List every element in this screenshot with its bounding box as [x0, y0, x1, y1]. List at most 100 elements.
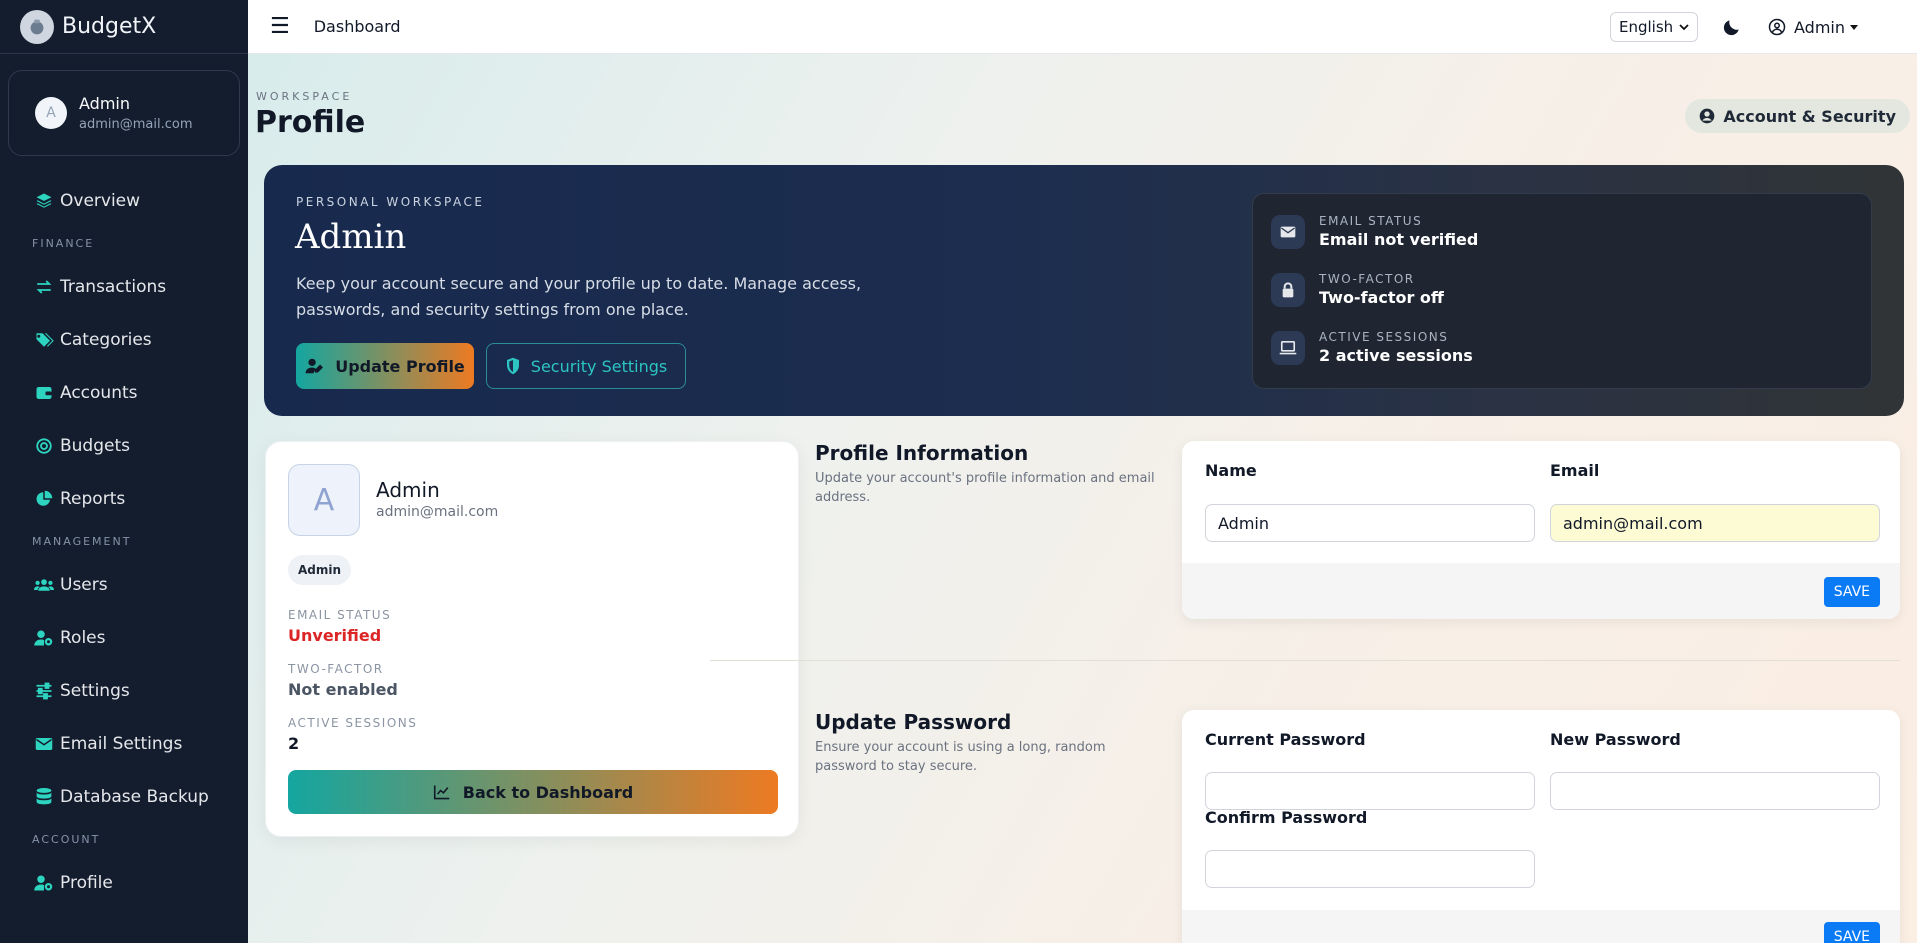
shield-icon	[506, 357, 519, 375]
nav-section-finance: FINANCE	[32, 237, 95, 250]
sidebar-item-transactions[interactable]: Transactions	[0, 260, 248, 313]
current-password-label: Current Password	[1205, 730, 1366, 749]
arrows-exchange-icon	[34, 277, 54, 297]
stat-label: TWO-FACTOR	[1319, 272, 1415, 286]
sidebar-user-name: Admin	[79, 94, 130, 113]
email-status-value: Unverified	[288, 626, 382, 645]
nav-section-management: MANAGEMENT	[32, 535, 132, 548]
envelope-icon	[1271, 214, 1305, 249]
user-gear-icon	[34, 628, 54, 648]
name-label: Name	[1205, 461, 1257, 480]
sidebar-item-accounts[interactable]: Accounts	[0, 366, 248, 419]
sidebar-item-label: Accounts	[60, 382, 138, 403]
language-select[interactable]: English	[1610, 12, 1698, 42]
brand[interactable]: BudgetX	[0, 0, 248, 54]
profile-info-title: Profile Information	[815, 441, 1029, 465]
sidebar-item-label: Overview	[60, 190, 141, 211]
sidebar-user-card[interactable]: A Admin admin@mail.com	[8, 70, 240, 156]
sidebar-item-label: Roles	[60, 627, 106, 648]
moon-icon[interactable]	[1722, 17, 1742, 37]
email-label: Email	[1550, 461, 1600, 480]
sidebar-user-email: admin@mail.com	[79, 117, 193, 132]
sessions-label: ACTIVE SESSIONS	[288, 716, 418, 730]
stat-two-factor: TWO-FACTOR Two-factor off	[1271, 272, 1444, 307]
update-password-description: Ensure your account is using a long, ran…	[815, 740, 1106, 774]
save-profile-button[interactable]: SAVE	[1823, 577, 1880, 607]
hamburger-menu-icon[interactable]: ☰	[270, 14, 290, 39]
sidebar-item-label: Categories	[60, 329, 152, 350]
user-menu-label: Admin	[1794, 17, 1845, 37]
piggy-logo-icon	[30, 19, 44, 34]
account-security-label: Account & Security	[1723, 106, 1896, 126]
sidebar-item-label: Email Settings	[60, 733, 183, 754]
topbar: ☰ Dashboard English Admin	[248, 0, 1917, 54]
lock-icon	[1271, 272, 1305, 307]
hero-banner: PERSONAL WORKSPACE Admin Keep your accou…	[264, 165, 1904, 416]
two-factor-value: Not enabled	[288, 680, 398, 699]
stat-value: 2 active sessions	[1319, 346, 1473, 365]
new-password-input[interactable]	[1550, 772, 1880, 810]
nav-section-account: ACCOUNT	[32, 833, 101, 846]
name-input[interactable]	[1205, 504, 1535, 542]
sidebar-item-roles[interactable]: Roles	[0, 611, 248, 664]
profile-info-description: Update your account's profile informatio…	[815, 471, 1155, 505]
brand-logo	[20, 9, 54, 44]
topbar-title[interactable]: Dashboard	[314, 17, 401, 36]
update-password-form: Current Password New Password Confirm Pa…	[1182, 710, 1900, 943]
sidebar-nav: Overview FINANCE Transactions Categories…	[0, 174, 248, 909]
layers-icon	[34, 191, 54, 211]
sliders-icon	[34, 681, 54, 701]
users-icon	[34, 575, 54, 595]
update-password-title: Update Password	[815, 710, 1012, 734]
chevron-down-icon	[1679, 24, 1689, 31]
avatar: A	[35, 97, 67, 129]
sidebar-item-label: Budgets	[60, 435, 131, 456]
brand-name: BudgetX	[62, 14, 157, 39]
sidebar-item-budgets[interactable]: Budgets	[0, 419, 248, 472]
sidebar-item-profile[interactable]: Profile	[0, 856, 248, 909]
sidebar-item-reports[interactable]: Reports	[0, 472, 248, 525]
sidebar-item-database-backup[interactable]: Database Backup	[0, 770, 248, 823]
bullseye-icon	[34, 436, 54, 456]
update-profile-button[interactable]: Update Profile	[296, 343, 474, 389]
envelope-icon	[34, 734, 54, 754]
security-settings-label: Security Settings	[530, 356, 668, 376]
line-chart-icon	[433, 785, 450, 800]
email-status-label: EMAIL STATUS	[288, 608, 392, 622]
save-password-button[interactable]: SAVE	[1823, 922, 1880, 943]
user-menu[interactable]: Admin	[1768, 18, 1867, 37]
sidebar-item-settings[interactable]: Settings	[0, 664, 248, 717]
database-icon	[34, 787, 54, 807]
profile-summary-card: A Admin admin@mail.com Admin EMAIL STATU…	[265, 441, 799, 837]
email-input[interactable]	[1550, 504, 1880, 542]
page-kicker: WORKSPACE	[256, 90, 353, 103]
sidebar-item-label: Settings	[60, 680, 130, 701]
sidebar-item-users[interactable]: Users	[0, 558, 248, 611]
main-content: WORKSPACE Profile Account & Security PER…	[248, 54, 1917, 943]
new-password-label: New Password	[1550, 730, 1681, 749]
user-edit-icon	[305, 358, 324, 374]
sidebar-item-categories[interactable]: Categories	[0, 313, 248, 366]
sidebar-item-label: Transactions	[60, 276, 167, 297]
hero-kicker: PERSONAL WORKSPACE	[296, 195, 485, 209]
sidebar-item-label: Profile	[60, 872, 113, 893]
account-security-pill[interactable]: Account & Security	[1685, 99, 1910, 133]
stat-value: Email not verified	[1319, 230, 1479, 249]
confirm-password-label: Confirm Password	[1205, 808, 1368, 827]
laptop-icon	[1271, 330, 1305, 365]
sidebar-item-email-settings[interactable]: Email Settings	[0, 717, 248, 770]
stat-label: ACTIVE SESSIONS	[1319, 330, 1449, 344]
security-settings-button[interactable]: Security Settings	[486, 343, 686, 389]
back-to-dashboard-button[interactable]: Back to Dashboard	[288, 770, 778, 814]
avatar: A	[288, 464, 360, 536]
sidebar-item-overview[interactable]: Overview	[0, 174, 248, 227]
sidebar-item-label: Users	[60, 574, 108, 595]
confirm-password-input[interactable]	[1205, 850, 1535, 888]
current-password-input[interactable]	[1205, 772, 1535, 810]
language-select-value: English	[1619, 18, 1674, 36]
hero-description: Keep your account secure and your profil…	[296, 274, 862, 319]
profile-info-form: Name Email SAVE	[1182, 441, 1900, 619]
role-badge: Admin	[288, 555, 352, 585]
profile-name: Admin	[376, 478, 440, 502]
user-circle-icon	[1768, 18, 1786, 36]
